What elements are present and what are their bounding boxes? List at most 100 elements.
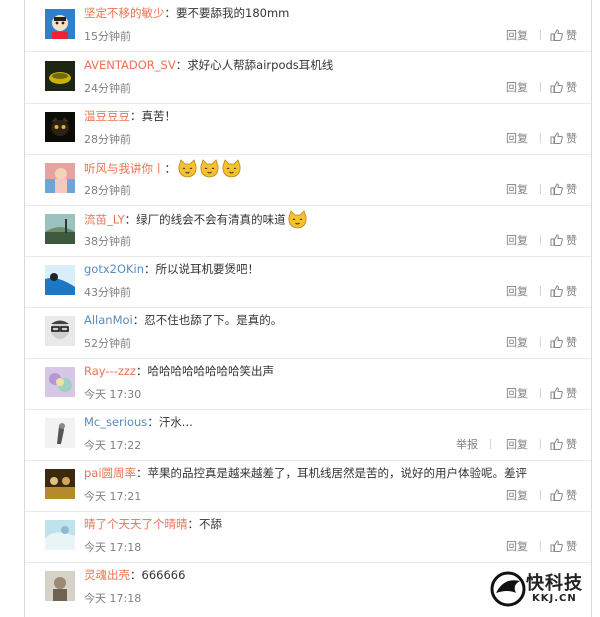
like-button[interactable]: 赞 xyxy=(550,385,577,401)
comment-username[interactable]: 灵魂出壳 xyxy=(84,568,130,582)
comment-text: 汗水... xyxy=(158,415,193,429)
comment-item: gotx2OKin：所以说耳机要煲吧！ 43分钟前 回复 赞 xyxy=(25,256,591,308)
thumbs-up-icon xyxy=(550,387,563,399)
like-button[interactable]: 赞 xyxy=(550,130,577,146)
comment-item: 流苗_LY：绿厂的线会不会有清真的味道 38分钟前 回复 赞 xyxy=(25,205,591,257)
comment-text: 不舔 xyxy=(199,517,222,531)
thumbs-up-icon xyxy=(550,29,563,41)
comment-time: 43分钟前 xyxy=(84,286,131,299)
like-button[interactable]: 赞 xyxy=(550,487,577,503)
cat-emoji-icon xyxy=(178,159,197,178)
user-avatar[interactable] xyxy=(45,316,75,346)
comment-time: 24分钟前 xyxy=(84,82,131,95)
comment-text: 哈哈哈哈哈哈哈哈笑出声 xyxy=(147,364,274,378)
comment-time: 28分钟前 xyxy=(84,133,131,146)
comment-time: 28分钟前 xyxy=(84,184,131,197)
thumbs-up-icon xyxy=(550,285,563,297)
reply-button[interactable]: 回复 xyxy=(506,79,528,95)
thumbs-up-icon xyxy=(550,489,563,501)
comment-item: AllanMoi：忍不住也舔了下。是真的。 52分钟前 回复 赞 xyxy=(25,307,591,359)
reply-button[interactable]: 回复 xyxy=(506,27,528,43)
comment-text: 忍不住也舔了下。是真的。 xyxy=(144,313,283,327)
report-button[interactable]: 举报 xyxy=(456,436,478,452)
like-button[interactable]: 赞 xyxy=(550,181,577,197)
reply-button[interactable]: 回复 xyxy=(506,181,528,197)
user-avatar[interactable] xyxy=(45,571,75,601)
kkj-watermark-logo: 快科技 KKJ.CN xyxy=(488,566,598,612)
comment-username[interactable]: 流苗_LY xyxy=(84,213,125,227)
thumbs-up-icon xyxy=(550,132,563,144)
like-button[interactable]: 赞 xyxy=(550,27,577,43)
comment-time: 今天 17:21 xyxy=(84,490,142,503)
reply-button[interactable]: 回复 xyxy=(506,130,528,146)
reply-button[interactable]: 回复 xyxy=(506,436,528,452)
thumbs-up-icon xyxy=(550,183,563,195)
user-avatar[interactable] xyxy=(45,520,75,550)
comment-item: 晴了个天天了个晴晴：不舔 今天 17:18 回复 赞 xyxy=(25,511,591,563)
reply-button[interactable]: 回复 xyxy=(506,334,528,350)
comment-item: Ray---zzz：哈哈哈哈哈哈哈哈笑出声 今天 17:30 回复 赞 xyxy=(25,358,591,410)
reply-button[interactable]: 回复 xyxy=(506,538,528,554)
comment-item: 坚定不移的敏少：要不要舔我的180mm 15分钟前 回复 赞 xyxy=(25,0,591,52)
comment-text: 真苦！ xyxy=(141,109,177,123)
comment-username[interactable]: gotx2OKin xyxy=(84,262,144,276)
like-button[interactable]: 赞 xyxy=(550,79,577,95)
comment-item: Mc_serious：汗水... 今天 17:22 举报 回复 赞 xyxy=(25,409,591,461)
comment-time: 今天 17:30 xyxy=(84,388,142,401)
thumbs-up-icon xyxy=(550,234,563,246)
comment-panel: 坚定不移的敏少：要不要舔我的180mm 15分钟前 回复 赞 AVENTADOR… xyxy=(24,0,592,617)
comment-username[interactable]: AllanMoi xyxy=(84,313,133,327)
reply-button[interactable]: 回复 xyxy=(506,232,528,248)
like-button[interactable]: 赞 xyxy=(550,334,577,350)
watermark-name: 快科技 xyxy=(526,573,583,594)
comment-username[interactable]: 坚定不移的敏少 xyxy=(84,6,165,20)
cat-emoji-icon xyxy=(200,159,219,178)
like-button[interactable]: 赞 xyxy=(550,232,577,248)
cat-emoji-icon xyxy=(288,210,307,229)
user-avatar[interactable] xyxy=(45,367,75,397)
comment-item: AVENTADOR_SV：求好心人帮舔airpods耳机线 24分钟前 回复 赞 xyxy=(25,52,591,104)
comment-text: 绿厂的线会不会有清真的味道 xyxy=(136,212,286,227)
thumbs-up-icon xyxy=(550,540,563,552)
like-button[interactable]: 赞 xyxy=(550,283,577,299)
user-avatar[interactable] xyxy=(45,112,75,142)
comment-username[interactable]: 温豆豆豆 xyxy=(84,109,130,123)
comment-time: 今天 17:18 xyxy=(84,592,142,605)
reply-button[interactable]: 回复 xyxy=(506,385,528,401)
comment-username[interactable]: Ray---zzz xyxy=(84,364,136,378)
comment-time: 52分钟前 xyxy=(84,337,131,350)
comment-username[interactable]: 晴了个天天了个晴晴 xyxy=(84,517,188,531)
user-avatar[interactable] xyxy=(45,265,75,295)
logo-icon xyxy=(490,571,526,607)
comment-username[interactable]: pai圆周率 xyxy=(84,466,136,480)
comment-username[interactable]: AVENTADOR_SV xyxy=(84,58,176,72)
watermark-domain: KKJ.CN xyxy=(532,593,577,604)
thumbs-up-icon xyxy=(550,81,563,93)
comment-item: pai圆周率：苹果的品控真是越来越差了，耳机线居然是苦的，说好的用户体验呢。差评… xyxy=(25,460,591,512)
comment-text: 求好心人帮舔airpods耳机线 xyxy=(187,58,334,72)
comment-text: 苹果的品控真是越来越差了，耳机线居然是苦的，说好的用户体验呢。差评 xyxy=(147,466,528,480)
comment-time: 今天 17:22 xyxy=(84,439,142,452)
comment-text: 所以说耳机要煲吧！ xyxy=(155,262,260,276)
user-avatar[interactable] xyxy=(45,61,75,91)
user-avatar[interactable] xyxy=(45,418,75,448)
like-button[interactable]: 赞 xyxy=(550,538,577,554)
comment-text: 要不要舔我的180mm xyxy=(176,6,290,20)
thumbs-up-icon xyxy=(550,438,563,450)
comment-time: 今天 17:18 xyxy=(84,541,142,554)
like-button[interactable]: 赞 xyxy=(550,436,577,452)
thumbs-up-icon xyxy=(550,336,563,348)
reply-button[interactable]: 回复 xyxy=(506,487,528,503)
user-avatar[interactable] xyxy=(45,469,75,499)
comment-username[interactable]: Mc_serious xyxy=(84,415,147,429)
user-avatar[interactable] xyxy=(45,163,75,193)
user-avatar[interactable] xyxy=(45,214,75,244)
user-avatar[interactable] xyxy=(45,9,75,39)
comment-time: 38分钟前 xyxy=(84,235,131,248)
reply-button[interactable]: 回复 xyxy=(506,283,528,299)
comment-item: 听风与我讲你丨： 28分钟前 回复 赞 xyxy=(25,154,591,206)
comment-time: 15分钟前 xyxy=(84,30,131,43)
cat-emoji-icon xyxy=(222,159,241,178)
comment-username[interactable]: 听风与我讲你丨 xyxy=(84,162,165,176)
comment-item: 温豆豆豆：真苦！ 28分钟前 回复 赞 xyxy=(25,103,591,155)
